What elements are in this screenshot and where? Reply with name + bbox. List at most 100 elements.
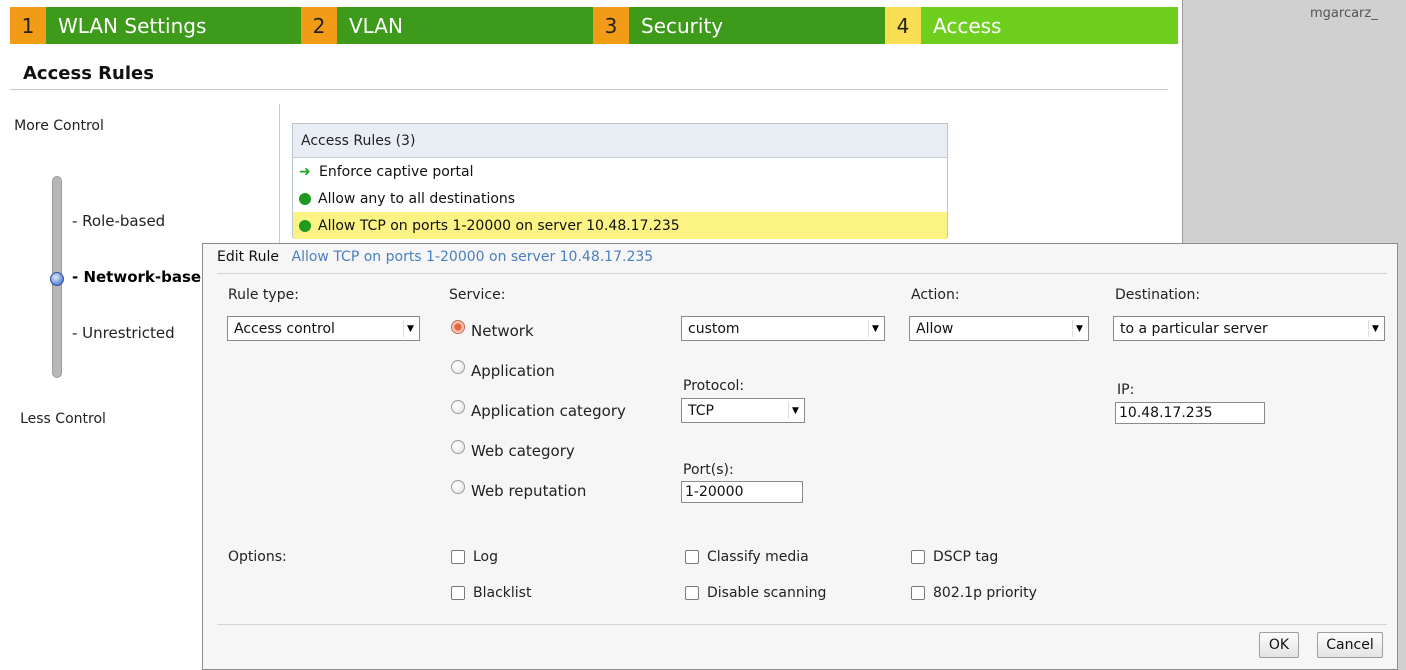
ok-button[interactable]: OK: [1259, 632, 1299, 658]
ip-value: 10.48.17.235: [1119, 405, 1213, 421]
rule-row-selected[interactable]: Allow TCP on ports 1-20000 on server 10.…: [293, 212, 947, 239]
rule-type-select[interactable]: Access control ▼: [227, 316, 420, 341]
access-rules-header: Access Rules (3): [293, 124, 947, 158]
checkbox-icon: [911, 550, 925, 564]
wizard-tabs: 1 WLAN Settings 2 VLAN 3 Security 4 Acce…: [10, 7, 1178, 44]
option-dscp-tag-checkbox[interactable]: DSCP tag: [911, 549, 998, 565]
tab-security[interactable]: 3 Security: [593, 7, 885, 44]
options-label: Options:: [228, 549, 287, 565]
page-title: Access Rules: [23, 63, 154, 84]
destination-select[interactable]: to a particular server ▼: [1113, 316, 1385, 341]
checkbox-label: Blacklist: [473, 585, 532, 601]
tab-label: WLAN Settings: [58, 13, 207, 38]
ports-label: Port(s):: [683, 462, 734, 478]
radio-selected-icon: [451, 320, 465, 334]
arrow-icon: ➜: [299, 163, 311, 180]
checkbox-icon: [685, 586, 699, 600]
protocol-label: Protocol:: [683, 378, 745, 394]
action-label: Action:: [911, 287, 960, 303]
checkbox-icon: [451, 586, 465, 600]
checkbox-icon: [451, 550, 465, 564]
green-dot-icon: [299, 219, 311, 232]
checkbox-icon: [911, 586, 925, 600]
checkbox-icon: [685, 550, 699, 564]
action-select[interactable]: Allow ▼: [909, 316, 1089, 341]
edit-rule-label: Edit Rule: [217, 249, 280, 265]
tab-vlan[interactable]: 2 VLAN: [301, 7, 593, 44]
edit-rule-name: Allow TCP on ports 1-20000 on server 10.…: [291, 249, 654, 265]
radio-icon: [451, 360, 465, 374]
destination-value: to a particular server: [1120, 320, 1268, 337]
checkbox-label: Disable scanning: [707, 585, 827, 601]
tab-number: 1: [10, 7, 46, 44]
radio-icon: [451, 480, 465, 494]
tab-label: VLAN: [349, 13, 403, 38]
more-control-label: More Control: [14, 118, 104, 134]
tab-label: Access: [933, 13, 1002, 38]
rule-text: Enforce captive portal: [319, 163, 474, 180]
cancel-button[interactable]: Cancel: [1317, 632, 1383, 658]
vertical-divider: [279, 104, 280, 246]
checkbox-label: 802.1p priority: [933, 585, 1037, 601]
rule-text: Allow TCP on ports 1-20000 on server 10.…: [318, 217, 680, 234]
chevron-down-icon: ▼: [788, 402, 802, 419]
option-disable-scanning-checkbox[interactable]: Disable scanning: [685, 585, 826, 601]
ports-input[interactable]: 1-20000: [681, 481, 803, 503]
radio-label: Application: [471, 362, 555, 380]
action-value: Allow: [916, 320, 954, 337]
radio-label: Web category: [471, 442, 575, 460]
less-control-label: Less Control: [20, 411, 106, 427]
service-select[interactable]: custom ▼: [681, 316, 885, 341]
ports-value: 1-20000: [685, 484, 744, 500]
tab-label: Security: [641, 13, 724, 38]
edit-rule-dialog: Edit Rule Allow TCP on ports 1-20000 on …: [202, 243, 1398, 670]
chevron-down-icon: ▼: [403, 320, 417, 337]
level-unrestricted[interactable]: - Unrestricted: [72, 324, 175, 342]
chevron-down-icon: ▼: [868, 320, 882, 337]
tab-number: 2: [301, 7, 337, 44]
option-log-checkbox[interactable]: Log: [451, 549, 498, 565]
rule-type-label: Rule type:: [228, 287, 299, 303]
rule-type-value: Access control: [234, 320, 335, 337]
username-label: mgarcarz_: [1310, 6, 1378, 21]
service-label: Service:: [449, 287, 506, 303]
tab-wlan-settings[interactable]: 1 WLAN Settings: [10, 7, 301, 44]
option-8021p-priority-checkbox[interactable]: 802.1p priority: [911, 585, 1037, 601]
access-rules-list: Access Rules (3) ➜ Enforce captive porta…: [292, 123, 948, 239]
tab-access[interactable]: 4 Access: [885, 7, 1178, 44]
rule-text: Allow any to all destinations: [318, 190, 516, 207]
service-radio-network[interactable]: Network: [451, 320, 534, 340]
checkbox-label: Log: [473, 549, 499, 565]
service-value: custom: [688, 320, 740, 337]
buttons-divider: [217, 624, 1387, 625]
tab-number: 4: [885, 7, 921, 44]
rule-row[interactable]: Allow any to all destinations: [293, 185, 947, 212]
radio-icon: [451, 440, 465, 454]
service-radio-web-category[interactable]: Web category: [451, 440, 575, 460]
tab-number: 3: [593, 7, 629, 44]
protocol-select[interactable]: TCP ▼: [681, 398, 805, 423]
radio-label: Web reputation: [471, 482, 587, 500]
option-blacklist-checkbox[interactable]: Blacklist: [451, 585, 531, 601]
service-radio-application-category[interactable]: Application category: [451, 400, 626, 420]
checkbox-label: DSCP tag: [933, 549, 999, 565]
ip-input[interactable]: 10.48.17.235: [1115, 402, 1265, 424]
green-dot-icon: [299, 192, 311, 205]
title-divider: [10, 89, 1168, 90]
ip-label: IP:: [1117, 382, 1135, 398]
radio-label: Application category: [471, 402, 626, 420]
radio-icon: [451, 400, 465, 414]
control-slider-handle[interactable]: [50, 272, 64, 286]
level-role-based[interactable]: - Role-based: [72, 212, 165, 230]
level-network-based[interactable]: - Network-base: [72, 268, 201, 286]
rule-row[interactable]: ➜ Enforce captive portal: [293, 158, 947, 185]
option-classify-media-checkbox[interactable]: Classify media: [685, 549, 809, 565]
chevron-down-icon: ▼: [1368, 320, 1382, 337]
dialog-header: Edit Rule Allow TCP on ports 1-20000 on …: [217, 249, 653, 265]
destination-label: Destination:: [1115, 287, 1201, 303]
radio-label: Network: [471, 322, 534, 340]
dialog-divider: [217, 273, 1387, 274]
service-radio-web-reputation[interactable]: Web reputation: [451, 480, 587, 500]
checkbox-label: Classify media: [707, 549, 809, 565]
service-radio-application[interactable]: Application: [451, 360, 555, 380]
